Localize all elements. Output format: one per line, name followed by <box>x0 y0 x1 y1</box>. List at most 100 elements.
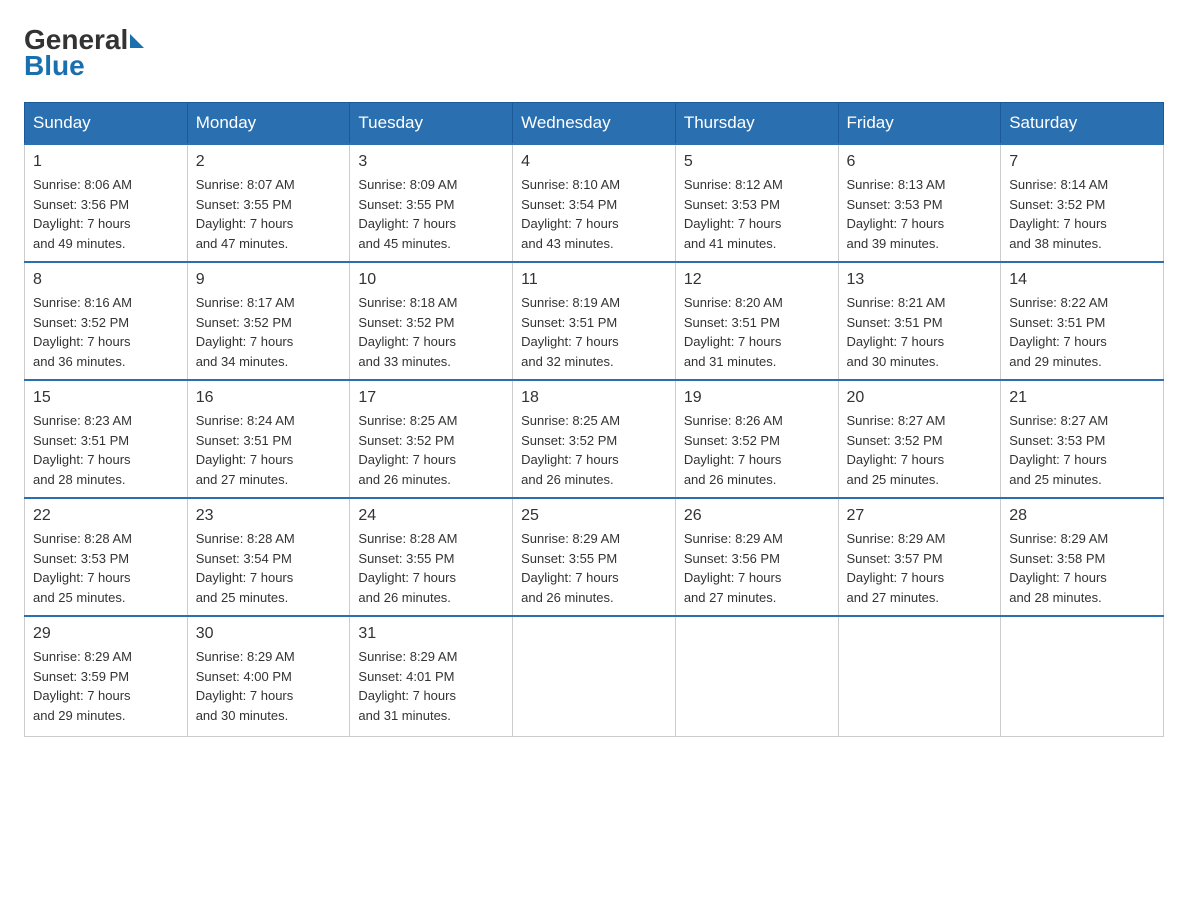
day-info: Sunrise: 8:25 AM Sunset: 3:52 PM Dayligh… <box>521 411 667 489</box>
day-info: Sunrise: 8:29 AM Sunset: 4:01 PM Dayligh… <box>358 647 504 725</box>
day-info: Sunrise: 8:10 AM Sunset: 3:54 PM Dayligh… <box>521 175 667 253</box>
day-info: Sunrise: 8:26 AM Sunset: 3:52 PM Dayligh… <box>684 411 830 489</box>
day-number: 26 <box>684 507 830 525</box>
calendar-cell: 9 Sunrise: 8:17 AM Sunset: 3:52 PM Dayli… <box>187 262 350 380</box>
day-info: Sunrise: 8:22 AM Sunset: 3:51 PM Dayligh… <box>1009 293 1155 371</box>
calendar-header-monday: Monday <box>187 103 350 145</box>
day-info: Sunrise: 8:07 AM Sunset: 3:55 PM Dayligh… <box>196 175 342 253</box>
day-info: Sunrise: 8:28 AM Sunset: 3:55 PM Dayligh… <box>358 529 504 607</box>
day-number: 29 <box>33 625 179 643</box>
calendar-cell: 2 Sunrise: 8:07 AM Sunset: 3:55 PM Dayli… <box>187 144 350 262</box>
day-info: Sunrise: 8:23 AM Sunset: 3:51 PM Dayligh… <box>33 411 179 489</box>
calendar-cell: 12 Sunrise: 8:20 AM Sunset: 3:51 PM Dayl… <box>675 262 838 380</box>
calendar-cell <box>675 616 838 736</box>
day-number: 10 <box>358 271 504 289</box>
calendar-cell: 31 Sunrise: 8:29 AM Sunset: 4:01 PM Dayl… <box>350 616 513 736</box>
calendar-cell: 11 Sunrise: 8:19 AM Sunset: 3:51 PM Dayl… <box>513 262 676 380</box>
calendar-cell: 28 Sunrise: 8:29 AM Sunset: 3:58 PM Dayl… <box>1001 498 1164 616</box>
calendar-cell: 6 Sunrise: 8:13 AM Sunset: 3:53 PM Dayli… <box>838 144 1001 262</box>
calendar-cell: 13 Sunrise: 8:21 AM Sunset: 3:51 PM Dayl… <box>838 262 1001 380</box>
logo-arrow-icon <box>130 34 144 48</box>
calendar-cell: 20 Sunrise: 8:27 AM Sunset: 3:52 PM Dayl… <box>838 380 1001 498</box>
calendar-cell: 1 Sunrise: 8:06 AM Sunset: 3:56 PM Dayli… <box>25 144 188 262</box>
calendar-cell: 18 Sunrise: 8:25 AM Sunset: 3:52 PM Dayl… <box>513 380 676 498</box>
day-number: 19 <box>684 389 830 407</box>
calendar-cell: 15 Sunrise: 8:23 AM Sunset: 3:51 PM Dayl… <box>25 380 188 498</box>
calendar-week-row: 8 Sunrise: 8:16 AM Sunset: 3:52 PM Dayli… <box>25 262 1164 380</box>
day-number: 4 <box>521 153 667 171</box>
day-number: 7 <box>1009 153 1155 171</box>
calendar-cell: 27 Sunrise: 8:29 AM Sunset: 3:57 PM Dayl… <box>838 498 1001 616</box>
calendar-week-row: 22 Sunrise: 8:28 AM Sunset: 3:53 PM Dayl… <box>25 498 1164 616</box>
logo-blue-text: Blue <box>24 50 85 82</box>
day-number: 14 <box>1009 271 1155 289</box>
calendar-table: SundayMondayTuesdayWednesdayThursdayFrid… <box>24 102 1164 737</box>
day-info: Sunrise: 8:27 AM Sunset: 3:53 PM Dayligh… <box>1009 411 1155 489</box>
day-info: Sunrise: 8:13 AM Sunset: 3:53 PM Dayligh… <box>847 175 993 253</box>
day-number: 8 <box>33 271 179 289</box>
day-info: Sunrise: 8:29 AM Sunset: 3:55 PM Dayligh… <box>521 529 667 607</box>
calendar-week-row: 29 Sunrise: 8:29 AM Sunset: 3:59 PM Dayl… <box>25 616 1164 736</box>
day-number: 17 <box>358 389 504 407</box>
day-info: Sunrise: 8:16 AM Sunset: 3:52 PM Dayligh… <box>33 293 179 371</box>
day-number: 5 <box>684 153 830 171</box>
day-info: Sunrise: 8:18 AM Sunset: 3:52 PM Dayligh… <box>358 293 504 371</box>
calendar-cell <box>1001 616 1164 736</box>
day-number: 3 <box>358 153 504 171</box>
day-number: 16 <box>196 389 342 407</box>
day-info: Sunrise: 8:24 AM Sunset: 3:51 PM Dayligh… <box>196 411 342 489</box>
day-number: 15 <box>33 389 179 407</box>
day-number: 27 <box>847 507 993 525</box>
day-number: 18 <box>521 389 667 407</box>
calendar-cell: 4 Sunrise: 8:10 AM Sunset: 3:54 PM Dayli… <box>513 144 676 262</box>
calendar-cell: 23 Sunrise: 8:28 AM Sunset: 3:54 PM Dayl… <box>187 498 350 616</box>
day-number: 21 <box>1009 389 1155 407</box>
page-header: General Blue <box>24 24 1164 82</box>
day-number: 9 <box>196 271 342 289</box>
calendar-cell <box>838 616 1001 736</box>
calendar-week-row: 1 Sunrise: 8:06 AM Sunset: 3:56 PM Dayli… <box>25 144 1164 262</box>
calendar-cell: 21 Sunrise: 8:27 AM Sunset: 3:53 PM Dayl… <box>1001 380 1164 498</box>
calendar-header-sunday: Sunday <box>25 103 188 145</box>
day-info: Sunrise: 8:20 AM Sunset: 3:51 PM Dayligh… <box>684 293 830 371</box>
calendar-header-friday: Friday <box>838 103 1001 145</box>
day-number: 31 <box>358 625 504 643</box>
calendar-cell: 5 Sunrise: 8:12 AM Sunset: 3:53 PM Dayli… <box>675 144 838 262</box>
day-number: 1 <box>33 153 179 171</box>
day-number: 6 <box>847 153 993 171</box>
day-number: 23 <box>196 507 342 525</box>
calendar-cell: 3 Sunrise: 8:09 AM Sunset: 3:55 PM Dayli… <box>350 144 513 262</box>
calendar-week-row: 15 Sunrise: 8:23 AM Sunset: 3:51 PM Dayl… <box>25 380 1164 498</box>
day-number: 13 <box>847 271 993 289</box>
day-number: 25 <box>521 507 667 525</box>
calendar-header-thursday: Thursday <box>675 103 838 145</box>
calendar-cell: 22 Sunrise: 8:28 AM Sunset: 3:53 PM Dayl… <box>25 498 188 616</box>
day-info: Sunrise: 8:19 AM Sunset: 3:51 PM Dayligh… <box>521 293 667 371</box>
calendar-cell: 7 Sunrise: 8:14 AM Sunset: 3:52 PM Dayli… <box>1001 144 1164 262</box>
day-info: Sunrise: 8:21 AM Sunset: 3:51 PM Dayligh… <box>847 293 993 371</box>
day-info: Sunrise: 8:29 AM Sunset: 3:57 PM Dayligh… <box>847 529 993 607</box>
calendar-header-wednesday: Wednesday <box>513 103 676 145</box>
day-info: Sunrise: 8:14 AM Sunset: 3:52 PM Dayligh… <box>1009 175 1155 253</box>
day-info: Sunrise: 8:09 AM Sunset: 3:55 PM Dayligh… <box>358 175 504 253</box>
day-info: Sunrise: 8:27 AM Sunset: 3:52 PM Dayligh… <box>847 411 993 489</box>
calendar-header-row: SundayMondayTuesdayWednesdayThursdayFrid… <box>25 103 1164 145</box>
logo: General Blue <box>24 24 144 82</box>
calendar-cell: 29 Sunrise: 8:29 AM Sunset: 3:59 PM Dayl… <box>25 616 188 736</box>
calendar-header-saturday: Saturday <box>1001 103 1164 145</box>
day-info: Sunrise: 8:29 AM Sunset: 3:59 PM Dayligh… <box>33 647 179 725</box>
calendar-cell: 17 Sunrise: 8:25 AM Sunset: 3:52 PM Dayl… <box>350 380 513 498</box>
calendar-cell: 16 Sunrise: 8:24 AM Sunset: 3:51 PM Dayl… <box>187 380 350 498</box>
day-number: 2 <box>196 153 342 171</box>
day-number: 12 <box>684 271 830 289</box>
calendar-cell: 30 Sunrise: 8:29 AM Sunset: 4:00 PM Dayl… <box>187 616 350 736</box>
calendar-header-tuesday: Tuesday <box>350 103 513 145</box>
day-info: Sunrise: 8:25 AM Sunset: 3:52 PM Dayligh… <box>358 411 504 489</box>
day-info: Sunrise: 8:06 AM Sunset: 3:56 PM Dayligh… <box>33 175 179 253</box>
calendar-cell: 10 Sunrise: 8:18 AM Sunset: 3:52 PM Dayl… <box>350 262 513 380</box>
day-number: 30 <box>196 625 342 643</box>
calendar-cell: 14 Sunrise: 8:22 AM Sunset: 3:51 PM Dayl… <box>1001 262 1164 380</box>
calendar-cell: 19 Sunrise: 8:26 AM Sunset: 3:52 PM Dayl… <box>675 380 838 498</box>
day-info: Sunrise: 8:28 AM Sunset: 3:53 PM Dayligh… <box>33 529 179 607</box>
day-number: 20 <box>847 389 993 407</box>
